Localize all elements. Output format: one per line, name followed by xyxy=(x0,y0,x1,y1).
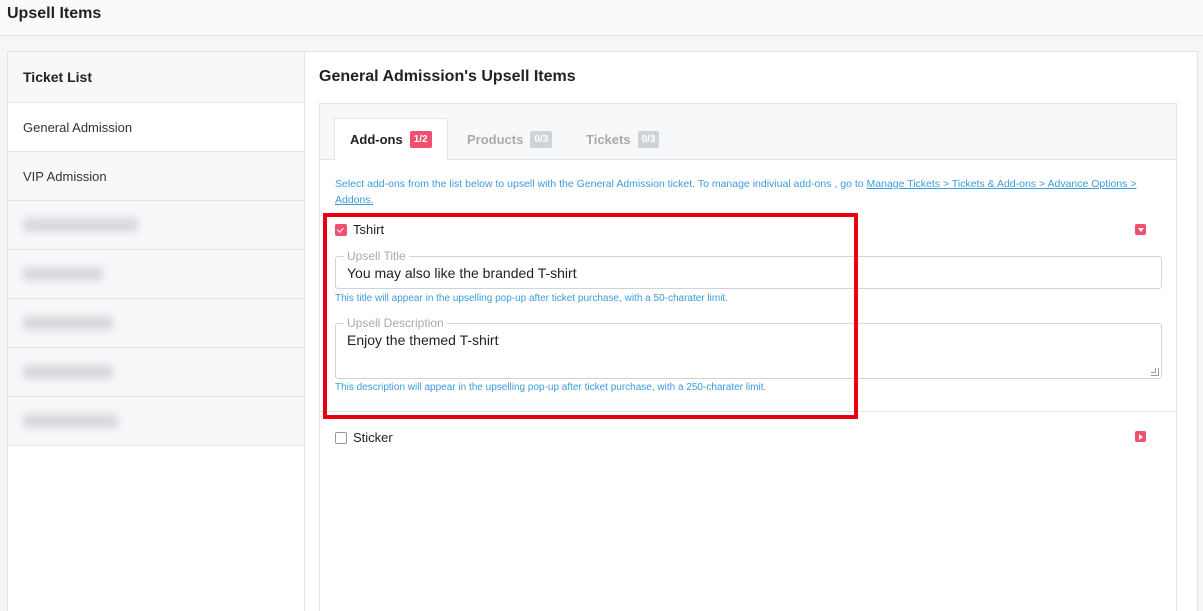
addon-name: Sticker xyxy=(353,430,393,445)
tab-add-ons[interactable]: Add-ons 1/2 xyxy=(334,118,448,161)
addon-row-tshirt: Tshirt xyxy=(335,222,384,237)
tab-label: Tickets xyxy=(586,132,631,147)
sidebar-item-redacted[interactable] xyxy=(8,397,304,446)
upsell-description-legend: Upsell Description xyxy=(344,316,447,330)
sidebar-item-redacted[interactable] xyxy=(8,201,304,250)
page-title: Upsell Items xyxy=(7,5,102,22)
sidebar-item-redacted[interactable] xyxy=(8,299,304,348)
resize-handle-icon[interactable] xyxy=(1151,368,1159,376)
tab-tickets[interactable]: Tickets 0/3 xyxy=(571,118,674,161)
sidebar-header: Ticket List xyxy=(8,52,304,103)
addon-checkbox-tshirt[interactable] xyxy=(335,223,347,236)
upsell-title-legend: Upsell Title xyxy=(344,249,409,263)
tab-label: Products xyxy=(467,132,524,147)
tab-count-badge: 0/3 xyxy=(530,131,553,148)
tab-products[interactable]: Products 0/3 xyxy=(452,118,567,161)
addons-helper-text: Select add-ons from the list below to up… xyxy=(335,176,1165,208)
upsell-title-note: This title will appear in the upselling … xyxy=(335,293,728,304)
upsell-description-note: This description will appear in the upse… xyxy=(335,382,767,393)
main-title: General Admission's Upsell Items xyxy=(319,68,576,85)
upsell-title-input[interactable]: You may also like the branded T-shirt xyxy=(347,265,577,281)
upsell-description-textarea[interactable]: Enjoy the themed T-shirt xyxy=(347,332,498,348)
redacted-text xyxy=(23,365,113,379)
sidebar-item-general-admission[interactable]: General Admission xyxy=(8,103,304,152)
tab-bar: Add-ons 1/2 Products 0/3 Tickets 0/3 xyxy=(320,104,1176,161)
tab-count-badge: 1/2 xyxy=(409,131,432,148)
upsell-description-field[interactable]: Upsell Description Enjoy the themed T-sh… xyxy=(335,316,1162,379)
addon-divider xyxy=(320,411,1176,412)
tab-label: Add-ons xyxy=(350,132,403,147)
sidebar-item-label: General Admission xyxy=(23,119,133,135)
tab-panel: Add-ons 1/2 Products 0/3 Tickets 0/3 Sel… xyxy=(319,103,1177,611)
redacted-text xyxy=(23,414,118,428)
addon-row-sticker: Sticker xyxy=(335,430,393,445)
upsell-main-panel: General Admission's Upsell Items Add-ons… xyxy=(305,51,1198,611)
tab-count-badge: 0/3 xyxy=(637,131,660,148)
page-header: Upsell Items xyxy=(0,0,1203,36)
redacted-text xyxy=(23,218,138,232)
sidebar-item-redacted[interactable] xyxy=(8,250,304,299)
redacted-text xyxy=(23,267,103,281)
sidebar-item-label: VIP Admission xyxy=(23,168,107,184)
sidebar-item-redacted[interactable] xyxy=(8,348,304,397)
sidebar-item-vip-admission[interactable]: VIP Admission xyxy=(8,152,304,201)
helper-text: Select add-ons from the list below to up… xyxy=(335,178,867,190)
expand-sticker-icon[interactable] xyxy=(1135,431,1146,442)
ticket-list-sidebar: Ticket List General Admission VIP Admiss… xyxy=(7,51,305,611)
collapse-tshirt-icon[interactable] xyxy=(1135,224,1146,235)
upsell-title-field[interactable]: Upsell Title You may also like the brand… xyxy=(335,249,1162,289)
redacted-text xyxy=(23,316,113,330)
addon-checkbox-sticker[interactable] xyxy=(335,431,347,444)
addon-name: Tshirt xyxy=(353,222,385,237)
